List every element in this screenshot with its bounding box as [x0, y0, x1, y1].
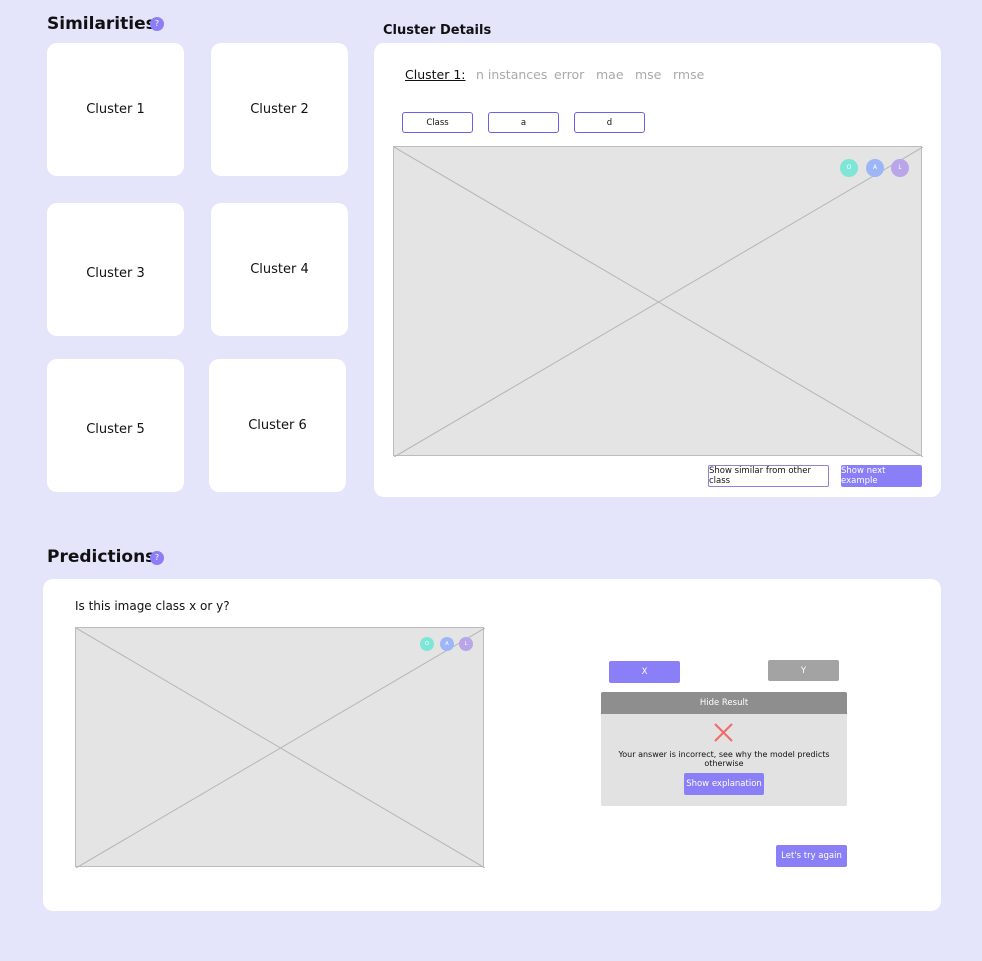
cluster-card-label: Cluster 4 [250, 262, 309, 277]
show-similar-button[interactable]: Show similar from other class [708, 465, 829, 487]
image-placeholder-cross-icon [76, 628, 485, 868]
similarities-title: Similarities [47, 14, 156, 34]
filter-label: d [606, 117, 613, 128]
answer-y-button[interactable]: Y [768, 660, 839, 681]
image-dot-o[interactable]: O [840, 159, 858, 177]
result-message: Your answer is incorrect, see why the mo… [618, 750, 830, 768]
filter-class-button[interactable]: Class [402, 112, 473, 133]
show-similar-label: Show similar from other class [709, 466, 811, 486]
dot-label: L [898, 164, 902, 171]
cluster-card-label: Cluster 6 [248, 418, 307, 433]
similarities-help-icon[interactable]: ? [150, 17, 164, 31]
dot-label: A [445, 641, 449, 647]
try-again-button[interactable]: Let's try again [776, 845, 847, 867]
filter-d-button[interactable]: d [574, 112, 645, 133]
cluster-card-1[interactable]: Cluster 1 [47, 43, 184, 176]
answer-x-button[interactable]: X [609, 661, 680, 683]
hide-result-label: Hide Result [699, 698, 749, 708]
image-placeholder-cross-icon [394, 147, 923, 457]
filter-label: a [520, 117, 527, 128]
filter-label: Class [426, 117, 449, 128]
answer-x-label: X [641, 667, 648, 677]
image-dot-o[interactable]: O [420, 637, 434, 651]
cluster-card-label: Cluster 1 [86, 102, 145, 117]
predictions-help-icon[interactable]: ? [150, 551, 164, 565]
tab-mae[interactable]: mae [596, 67, 624, 82]
cluster-card-2[interactable]: Cluster 2 [211, 43, 348, 176]
cluster-card-label: Cluster 5 [86, 422, 145, 437]
dot-label: O [846, 164, 852, 171]
try-again-label: Let's try again [781, 851, 842, 861]
image-dot-a[interactable]: A [866, 159, 884, 177]
predictions-title: Predictions [47, 547, 156, 567]
cluster-card-6[interactable]: Cluster 6 [209, 359, 346, 492]
answer-y-label: Y [800, 665, 807, 676]
prediction-question: Is this image class x or y? [75, 599, 230, 613]
cluster-card-label: Cluster 2 [250, 102, 309, 117]
tab-error[interactable]: error [554, 67, 584, 82]
cluster-card-label: Cluster 3 [86, 266, 145, 281]
tab-rmse[interactable]: rmse [673, 67, 704, 82]
prediction-image-placeholder [75, 627, 485, 868]
tab-mse[interactable]: mse [635, 67, 661, 82]
show-next-example-button[interactable]: Show next example [841, 465, 922, 487]
dot-label: L [464, 641, 468, 647]
dot-label: O [425, 641, 429, 647]
cluster-card-5[interactable]: Cluster 5 [47, 359, 184, 492]
show-explanation-label: Show explanation [686, 779, 762, 789]
tab-cluster[interactable]: Cluster 1: [405, 67, 466, 82]
cluster-image-placeholder [393, 146, 923, 457]
cluster-card-4[interactable]: Cluster 4 [211, 203, 348, 336]
cross-icon [714, 723, 733, 742]
image-dot-l[interactable]: L [459, 637, 473, 651]
show-explanation-button[interactable]: Show explanation [684, 773, 764, 795]
image-dot-a[interactable]: A [440, 637, 454, 651]
hide-result-button[interactable]: Hide Result [601, 692, 847, 714]
dot-label: A [872, 164, 878, 171]
cluster-details-title: Cluster Details [383, 23, 492, 38]
show-next-label: Show next example [841, 466, 886, 486]
tab-n-instances[interactable]: n instances [476, 67, 547, 82]
cluster-card-3[interactable]: Cluster 3 [47, 203, 184, 336]
filter-a-button[interactable]: a [488, 112, 559, 133]
image-dot-l[interactable]: L [891, 159, 909, 177]
